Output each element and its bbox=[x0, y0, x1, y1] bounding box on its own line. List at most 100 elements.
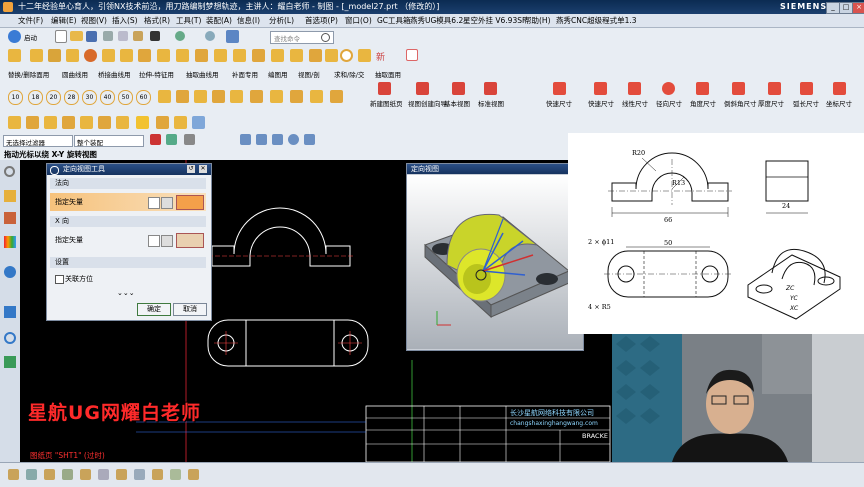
normal-vector-dropdown[interactable] bbox=[176, 195, 204, 210]
size-40-button[interactable]: 40 bbox=[100, 90, 115, 105]
menu-tools[interactable]: 工具(T) bbox=[176, 15, 201, 26]
chamfer-dimension-button[interactable]: 倒斜角尺寸 bbox=[724, 98, 757, 108]
new-sheet-icon[interactable] bbox=[378, 82, 391, 95]
x-vector-dropdown[interactable] bbox=[176, 233, 204, 248]
box-icon[interactable] bbox=[271, 49, 284, 62]
base-view-icon[interactable] bbox=[452, 82, 465, 95]
ok-button[interactable]: 确定 bbox=[137, 303, 171, 316]
close-button[interactable]: × bbox=[852, 2, 864, 14]
size-30-button[interactable]: 30 bbox=[82, 90, 97, 105]
edit-icon-3[interactable] bbox=[44, 116, 57, 129]
cut-icon[interactable] bbox=[103, 31, 113, 41]
measure-icon[interactable] bbox=[230, 90, 243, 103]
assembly-navigator-icon[interactable] bbox=[4, 190, 16, 202]
unite-icon[interactable] bbox=[309, 49, 322, 62]
x-reverse-icon[interactable] bbox=[148, 235, 160, 247]
start-icon[interactable] bbox=[8, 30, 21, 43]
radial-dimension-button[interactable]: 径向尺寸 bbox=[656, 98, 682, 108]
arc-length-dimension-button[interactable]: 弧长尺寸 bbox=[793, 98, 819, 108]
menu-xingkong[interactable]: 星空外挂 V6.93SF bbox=[463, 15, 526, 26]
copy-icon[interactable] bbox=[118, 31, 128, 41]
status-icon-1[interactable] bbox=[8, 469, 19, 480]
edit-icon-7[interactable] bbox=[116, 116, 129, 129]
snap-mid-icon[interactable] bbox=[272, 134, 283, 145]
shortcut-replace-delete-face[interactable]: 替换/删除面用 bbox=[8, 69, 49, 79]
rapid-dim-icon-2[interactable] bbox=[594, 82, 607, 95]
snap-icon[interactable] bbox=[8, 49, 21, 62]
normal-vector-dialog-icon[interactable] bbox=[161, 197, 173, 209]
circle-icon[interactable] bbox=[340, 49, 353, 62]
cylinder-icon[interactable] bbox=[290, 49, 303, 62]
rapid-dim-icon-1[interactable] bbox=[553, 82, 566, 95]
status-icon-3[interactable] bbox=[44, 469, 55, 480]
size-28-button[interactable]: 28 bbox=[64, 90, 79, 105]
delete-icon[interactable] bbox=[150, 31, 160, 41]
orient-view-preview[interactable]: 定向视图 bbox=[406, 163, 584, 351]
window-icon[interactable] bbox=[226, 30, 239, 43]
associative-checkbox[interactable] bbox=[55, 275, 64, 284]
minimize-button[interactable]: _ bbox=[826, 2, 840, 14]
status-icon-11[interactable] bbox=[188, 469, 199, 480]
status-icon-10[interactable] bbox=[170, 469, 181, 480]
normal-reverse-icon[interactable] bbox=[148, 197, 160, 209]
menu-analysis[interactable]: 分析(L) bbox=[269, 15, 294, 26]
start-button[interactable]: 启动 bbox=[24, 32, 37, 42]
menu-edit[interactable]: 编辑(E) bbox=[51, 15, 77, 26]
shortcut-circle-curve[interactable]: 圆曲线用 bbox=[62, 69, 88, 79]
thickness-dim-icon[interactable] bbox=[768, 82, 781, 95]
size-50-button[interactable]: 50 bbox=[118, 90, 133, 105]
gear-icon[interactable] bbox=[4, 166, 15, 177]
menu-help[interactable]: 帮助(H) bbox=[524, 15, 551, 26]
new-label[interactable]: 新 bbox=[376, 50, 385, 63]
expand-more-icon[interactable]: ⌄⌄⌄ bbox=[117, 289, 135, 297]
blend-icon[interactable] bbox=[214, 49, 227, 62]
select-icon-2[interactable] bbox=[166, 134, 177, 145]
menu-format[interactable]: 格式(R) bbox=[144, 15, 170, 26]
paste-icon[interactable] bbox=[133, 31, 143, 41]
x-direction-section-header[interactable]: X 向 bbox=[50, 216, 206, 227]
part-navigator-icon[interactable] bbox=[4, 212, 16, 224]
snap-end-icon[interactable] bbox=[256, 134, 267, 145]
standard-view-icon[interactable] bbox=[484, 82, 497, 95]
undo-icon[interactable] bbox=[175, 31, 185, 41]
move-icon[interactable] bbox=[138, 49, 151, 62]
face-icon[interactable] bbox=[48, 49, 61, 62]
size-20-button[interactable]: 20 bbox=[46, 90, 61, 105]
web-browser-icon[interactable] bbox=[4, 266, 16, 278]
lightning-icon[interactable] bbox=[136, 116, 149, 129]
edit-icon-5[interactable] bbox=[80, 116, 93, 129]
status-icon-8[interactable] bbox=[134, 469, 145, 480]
tree-icon[interactable] bbox=[66, 49, 79, 62]
normal-vector-row[interactable]: 指定矢量 bbox=[50, 193, 206, 211]
view-wizard-button[interactable]: 视图创建向导 bbox=[408, 98, 447, 108]
shortcut-boolean[interactable]: 求和/除/交 bbox=[334, 69, 364, 79]
ruler-icon[interactable] bbox=[290, 90, 303, 103]
search-icon[interactable] bbox=[321, 33, 330, 42]
reuse-library-icon[interactable] bbox=[4, 236, 16, 248]
offset-icon[interactable] bbox=[195, 49, 208, 62]
status-icon-9[interactable] bbox=[152, 469, 163, 480]
block-icon[interactable] bbox=[212, 90, 225, 103]
normal-section-header[interactable]: 法向 bbox=[50, 178, 206, 189]
angle-dim-icon[interactable] bbox=[696, 82, 709, 95]
menu-preferences[interactable]: 首选项(P) bbox=[305, 15, 338, 26]
sketch-icon[interactable] bbox=[157, 49, 170, 62]
cancel-button[interactable]: 取消 bbox=[173, 303, 207, 316]
shortcut-drawing[interactable]: 编图用 bbox=[268, 69, 288, 79]
radial-dim-icon[interactable] bbox=[662, 82, 675, 95]
assembly-scope-select[interactable]: 整个装配 bbox=[74, 135, 144, 147]
status-icon-4[interactable] bbox=[62, 469, 73, 480]
menu-assembly[interactable]: 装配(A) bbox=[206, 15, 232, 26]
status-icon-5[interactable] bbox=[80, 469, 91, 480]
edit-icon-10[interactable] bbox=[174, 116, 187, 129]
rapid-dimension-button-1[interactable]: 快速尺寸 bbox=[546, 98, 572, 108]
status-icon-6[interactable] bbox=[98, 469, 109, 480]
base-view-button[interactable]: 基本视图 bbox=[444, 98, 470, 108]
shortcut-extrude-feature[interactable]: 拉伸-特征用 bbox=[139, 69, 174, 79]
history-icon[interactable] bbox=[4, 306, 16, 318]
star-icon[interactable] bbox=[358, 49, 371, 62]
layer-icon[interactable] bbox=[194, 90, 207, 103]
menu-yanxiu-cnc[interactable]: 燕秀CNC超级程式单1.3 bbox=[556, 15, 637, 26]
menu-insert[interactable]: 插入(S) bbox=[112, 15, 138, 26]
x-vector-row[interactable]: 指定矢量 bbox=[50, 231, 206, 249]
